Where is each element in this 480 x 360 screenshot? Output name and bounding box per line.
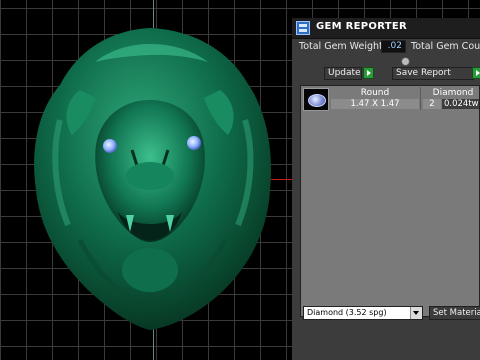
save-report-play-arrow-icon[interactable] <box>472 67 480 79</box>
gem-weight-cell: 0.024tw <box>442 99 479 109</box>
gem-size-cell: 1.47 X 1.47 <box>331 99 419 109</box>
header-round: Round <box>360 88 390 98</box>
round-gem-icon[interactable] <box>303 88 329 111</box>
header-diamond: Diamond <box>432 88 474 98</box>
gem-reporter-panel: GEM REPORTER Total Gem Weight .02 Total … <box>292 18 480 360</box>
total-gem-count-label: Total Gem Coun <box>411 41 480 52</box>
save-report-button[interactable]: Save Report <box>392 67 474 80</box>
chevron-down-icon[interactable] <box>410 307 422 319</box>
update-play-arrow-icon[interactable] <box>363 67 374 79</box>
material-select[interactable]: Diamond (3.52 spg) <box>303 306 423 320</box>
panel-titlebar[interactable]: GEM REPORTER <box>292 18 480 39</box>
update-button[interactable]: Update <box>324 67 362 80</box>
set-material-button[interactable]: Set Materia <box>429 306 480 320</box>
gem-count-cell: 2 <box>423 99 441 109</box>
slider-knob[interactable] <box>401 57 410 66</box>
panel-title: GEM REPORTER <box>316 21 408 32</box>
column-divider <box>420 87 421 110</box>
gem-list[interactable]: Round Diamond 1.47 X 1.47 2 0.024tw <box>300 85 480 317</box>
material-select-value: Diamond (3.52 spg) <box>307 308 387 317</box>
gem-reporter-app-icon <box>296 21 310 35</box>
total-gem-weight-label: Total Gem Weight <box>299 41 383 52</box>
total-gem-weight-field[interactable]: .02 <box>381 40 406 53</box>
